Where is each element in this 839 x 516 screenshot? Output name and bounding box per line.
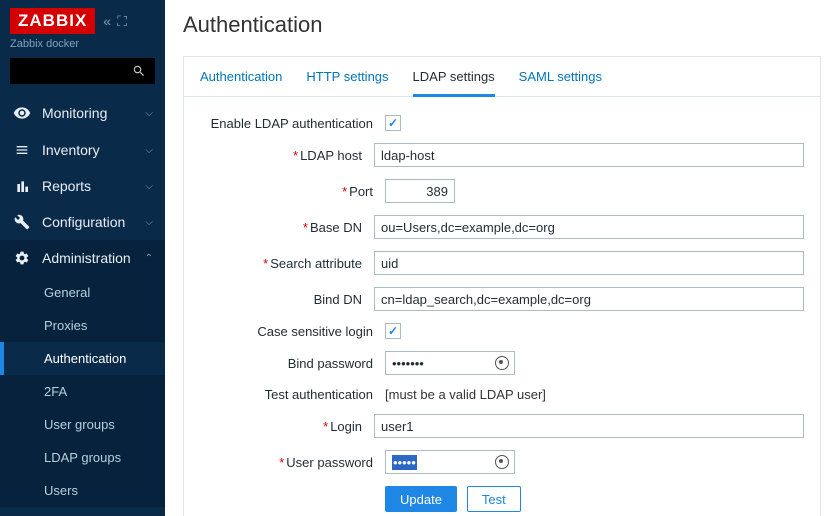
logo-row: ZABBIX « ⛶ bbox=[0, 0, 165, 38]
bar-chart-icon bbox=[12, 178, 32, 194]
search-attr-input[interactable] bbox=[374, 251, 804, 275]
gear-icon bbox=[12, 250, 32, 266]
bind-pwd-label: Bind password bbox=[200, 356, 385, 371]
ldap-form: Enable LDAP authentication *LDAP host *P… bbox=[184, 97, 820, 516]
nav-monitoring[interactable]: Monitoring ⌵ bbox=[0, 94, 165, 132]
nav-administration[interactable]: Administration ⌃ bbox=[0, 240, 165, 276]
tab-saml-settings[interactable]: SAML settings bbox=[519, 69, 602, 96]
case-sensitive-checkbox[interactable] bbox=[385, 323, 401, 339]
password-reveal-icon[interactable] bbox=[495, 455, 509, 469]
subnav-user-groups[interactable]: User groups bbox=[0, 408, 165, 441]
nav-label: Inventory bbox=[42, 142, 100, 158]
tab-ldap-settings[interactable]: LDAP settings bbox=[413, 69, 495, 97]
nav-configuration[interactable]: Configuration ⌵ bbox=[0, 204, 165, 240]
user-pwd-label: User password bbox=[286, 455, 373, 470]
chevron-down-icon: ⌵ bbox=[145, 181, 153, 192]
nav-inventory[interactable]: Inventory ⌵ bbox=[0, 132, 165, 168]
nav-label: Administration bbox=[42, 250, 131, 266]
enable-ldap-checkbox[interactable] bbox=[385, 115, 401, 131]
subnav-ldap-groups[interactable]: LDAP groups bbox=[0, 441, 165, 474]
subnav-users[interactable]: Users bbox=[0, 474, 165, 507]
update-button[interactable]: Update bbox=[385, 486, 457, 512]
site-name: Zabbix docker bbox=[0, 38, 165, 58]
base-dn-input[interactable] bbox=[374, 215, 804, 239]
test-button[interactable]: Test bbox=[467, 486, 521, 512]
tab-authentication[interactable]: Authentication bbox=[200, 69, 282, 96]
page-title: Authentication bbox=[183, 12, 821, 38]
tabs: Authentication HTTP settings LDAP settin… bbox=[184, 57, 820, 97]
subnav-authentication[interactable]: Authentication bbox=[0, 342, 165, 375]
bind-dn-label: Bind DN bbox=[200, 292, 374, 307]
nav-reports[interactable]: Reports ⌵ bbox=[0, 168, 165, 204]
login-input[interactable] bbox=[374, 414, 804, 438]
settings-panel: Authentication HTTP settings LDAP settin… bbox=[183, 56, 821, 516]
chevron-down-icon: ⌵ bbox=[145, 145, 153, 156]
main-content: Authentication Authentication HTTP setti… bbox=[165, 0, 839, 516]
case-sensitive-label: Case sensitive login bbox=[200, 324, 385, 339]
ldap-host-input[interactable] bbox=[374, 143, 804, 167]
ldap-host-label: LDAP host bbox=[300, 148, 362, 163]
password-reveal-icon[interactable] bbox=[495, 356, 509, 370]
brand-logo: ZABBIX bbox=[10, 8, 95, 34]
test-auth-label: Test authentication bbox=[200, 387, 385, 402]
sidebar: ZABBIX « ⛶ Zabbix docker Monitoring ⌵ In… bbox=[0, 0, 165, 516]
admin-subnav: General Proxies Authentication 2FA User … bbox=[0, 276, 165, 507]
search-attr-label: Search attribute bbox=[270, 256, 362, 271]
wrench-icon bbox=[12, 214, 32, 230]
port-label: Port bbox=[349, 184, 373, 199]
expand-icon[interactable]: ⛶ bbox=[117, 13, 127, 30]
eye-icon bbox=[12, 104, 32, 122]
subnav-general[interactable]: General bbox=[0, 276, 165, 309]
bind-dn-input[interactable] bbox=[374, 287, 804, 311]
chevron-up-icon: ⌃ bbox=[145, 253, 153, 264]
base-dn-label: Base DN bbox=[310, 220, 362, 235]
search-input[interactable] bbox=[10, 58, 155, 84]
port-input[interactable] bbox=[385, 179, 455, 203]
list-icon bbox=[12, 142, 32, 158]
nav-label: Configuration bbox=[42, 214, 125, 230]
subnav-proxies[interactable]: Proxies bbox=[0, 309, 165, 342]
tab-http-settings[interactable]: HTTP settings bbox=[306, 69, 388, 96]
enable-ldap-label: Enable LDAP authentication bbox=[200, 116, 385, 131]
login-label: Login bbox=[330, 419, 362, 434]
subnav-2fa[interactable]: 2FA bbox=[0, 375, 165, 408]
nav-label: Reports bbox=[42, 178, 91, 194]
chevron-down-icon: ⌵ bbox=[145, 108, 153, 119]
search-icon bbox=[132, 64, 146, 78]
collapse-icon[interactable]: « bbox=[103, 13, 111, 30]
chevron-down-icon: ⌵ bbox=[145, 217, 153, 228]
test-auth-hint: [must be a valid LDAP user] bbox=[385, 387, 546, 402]
nav-label: Monitoring bbox=[42, 105, 107, 121]
